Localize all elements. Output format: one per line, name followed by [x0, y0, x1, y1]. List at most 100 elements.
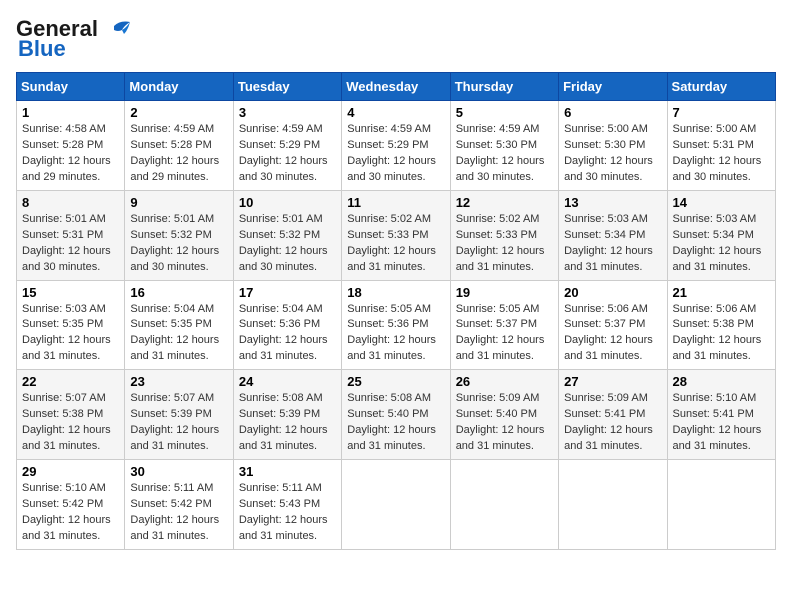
calendar-cell: 17 Sunrise: 5:04 AMSunset: 5:36 PMDaylig… [233, 280, 341, 370]
calendar-cell: 23 Sunrise: 5:07 AMSunset: 5:39 PMDaylig… [125, 370, 233, 460]
day-info: Sunrise: 5:02 AMSunset: 5:33 PMDaylight:… [347, 213, 436, 273]
day-number: 4 [347, 105, 444, 120]
logo-bird-icon [100, 18, 132, 40]
day-info: Sunrise: 5:01 AMSunset: 5:32 PMDaylight:… [130, 213, 219, 273]
weekday-header-wednesday: Wednesday [342, 73, 450, 101]
day-number: 24 [239, 374, 336, 389]
day-info: Sunrise: 5:01 AMSunset: 5:32 PMDaylight:… [239, 213, 328, 273]
day-number: 23 [130, 374, 227, 389]
day-number: 5 [456, 105, 553, 120]
day-number: 6 [564, 105, 661, 120]
day-number: 30 [130, 464, 227, 479]
calendar-cell [667, 460, 775, 550]
calendar-cell [342, 460, 450, 550]
weekday-header-friday: Friday [559, 73, 667, 101]
weekday-header-tuesday: Tuesday [233, 73, 341, 101]
calendar-week-row: 15 Sunrise: 5:03 AMSunset: 5:35 PMDaylig… [17, 280, 776, 370]
day-info: Sunrise: 5:03 AMSunset: 5:34 PMDaylight:… [673, 213, 762, 273]
calendar-cell: 10 Sunrise: 5:01 AMSunset: 5:32 PMDaylig… [233, 190, 341, 280]
weekday-header-monday: Monday [125, 73, 233, 101]
day-number: 22 [22, 374, 119, 389]
day-info: Sunrise: 5:10 AMSunset: 5:41 PMDaylight:… [673, 392, 762, 452]
day-info: Sunrise: 5:11 AMSunset: 5:42 PMDaylight:… [130, 482, 219, 542]
calendar-cell: 6 Sunrise: 5:00 AMSunset: 5:30 PMDayligh… [559, 101, 667, 191]
day-number: 19 [456, 285, 553, 300]
calendar-cell: 19 Sunrise: 5:05 AMSunset: 5:37 PMDaylig… [450, 280, 558, 370]
day-info: Sunrise: 5:10 AMSunset: 5:42 PMDaylight:… [22, 482, 111, 542]
day-info: Sunrise: 5:04 AMSunset: 5:35 PMDaylight:… [130, 303, 219, 363]
day-number: 2 [130, 105, 227, 120]
day-number: 14 [673, 195, 770, 210]
day-info: Sunrise: 5:09 AMSunset: 5:40 PMDaylight:… [456, 392, 545, 452]
calendar-cell: 2 Sunrise: 4:59 AMSunset: 5:28 PMDayligh… [125, 101, 233, 191]
day-info: Sunrise: 5:07 AMSunset: 5:38 PMDaylight:… [22, 392, 111, 452]
day-number: 16 [130, 285, 227, 300]
day-info: Sunrise: 4:58 AMSunset: 5:28 PMDaylight:… [22, 123, 111, 183]
calendar-cell: 11 Sunrise: 5:02 AMSunset: 5:33 PMDaylig… [342, 190, 450, 280]
day-info: Sunrise: 5:03 AMSunset: 5:34 PMDaylight:… [564, 213, 653, 273]
day-info: Sunrise: 5:03 AMSunset: 5:35 PMDaylight:… [22, 303, 111, 363]
day-info: Sunrise: 5:02 AMSunset: 5:33 PMDaylight:… [456, 213, 545, 273]
calendar-cell: 31 Sunrise: 5:11 AMSunset: 5:43 PMDaylig… [233, 460, 341, 550]
calendar-cell: 16 Sunrise: 5:04 AMSunset: 5:35 PMDaylig… [125, 280, 233, 370]
day-info: Sunrise: 5:09 AMSunset: 5:41 PMDaylight:… [564, 392, 653, 452]
day-number: 3 [239, 105, 336, 120]
calendar-cell: 1 Sunrise: 4:58 AMSunset: 5:28 PMDayligh… [17, 101, 125, 191]
calendar-cell: 22 Sunrise: 5:07 AMSunset: 5:38 PMDaylig… [17, 370, 125, 460]
weekday-header-row: SundayMondayTuesdayWednesdayThursdayFrid… [17, 73, 776, 101]
day-info: Sunrise: 5:01 AMSunset: 5:31 PMDaylight:… [22, 213, 111, 273]
day-number: 29 [22, 464, 119, 479]
day-info: Sunrise: 4:59 AMSunset: 5:28 PMDaylight:… [130, 123, 219, 183]
day-info: Sunrise: 5:06 AMSunset: 5:37 PMDaylight:… [564, 303, 653, 363]
logo: General Blue [16, 16, 132, 62]
day-number: 9 [130, 195, 227, 210]
day-number: 10 [239, 195, 336, 210]
calendar-cell: 4 Sunrise: 4:59 AMSunset: 5:29 PMDayligh… [342, 101, 450, 191]
calendar-table: SundayMondayTuesdayWednesdayThursdayFrid… [16, 72, 776, 550]
day-number: 26 [456, 374, 553, 389]
calendar-cell: 3 Sunrise: 4:59 AMSunset: 5:29 PMDayligh… [233, 101, 341, 191]
day-number: 27 [564, 374, 661, 389]
day-number: 1 [22, 105, 119, 120]
calendar-week-row: 8 Sunrise: 5:01 AMSunset: 5:31 PMDayligh… [17, 190, 776, 280]
calendar-cell: 9 Sunrise: 5:01 AMSunset: 5:32 PMDayligh… [125, 190, 233, 280]
calendar-cell: 25 Sunrise: 5:08 AMSunset: 5:40 PMDaylig… [342, 370, 450, 460]
day-number: 20 [564, 285, 661, 300]
day-number: 13 [564, 195, 661, 210]
weekday-header-sunday: Sunday [17, 73, 125, 101]
calendar-week-row: 22 Sunrise: 5:07 AMSunset: 5:38 PMDaylig… [17, 370, 776, 460]
day-info: Sunrise: 5:00 AMSunset: 5:31 PMDaylight:… [673, 123, 762, 183]
day-number: 21 [673, 285, 770, 300]
calendar-cell: 13 Sunrise: 5:03 AMSunset: 5:34 PMDaylig… [559, 190, 667, 280]
calendar-cell: 15 Sunrise: 5:03 AMSunset: 5:35 PMDaylig… [17, 280, 125, 370]
day-info: Sunrise: 5:05 AMSunset: 5:37 PMDaylight:… [456, 303, 545, 363]
day-info: Sunrise: 5:11 AMSunset: 5:43 PMDaylight:… [239, 482, 328, 542]
calendar-week-row: 29 Sunrise: 5:10 AMSunset: 5:42 PMDaylig… [17, 460, 776, 550]
day-info: Sunrise: 4:59 AMSunset: 5:30 PMDaylight:… [456, 123, 545, 183]
day-info: Sunrise: 5:00 AMSunset: 5:30 PMDaylight:… [564, 123, 653, 183]
calendar-cell: 7 Sunrise: 5:00 AMSunset: 5:31 PMDayligh… [667, 101, 775, 191]
weekday-header-thursday: Thursday [450, 73, 558, 101]
day-info: Sunrise: 5:08 AMSunset: 5:40 PMDaylight:… [347, 392, 436, 452]
calendar-cell [450, 460, 558, 550]
day-number: 31 [239, 464, 336, 479]
calendar-cell: 5 Sunrise: 4:59 AMSunset: 5:30 PMDayligh… [450, 101, 558, 191]
logo-text-blue: Blue [18, 36, 66, 62]
day-number: 7 [673, 105, 770, 120]
day-info: Sunrise: 4:59 AMSunset: 5:29 PMDaylight:… [347, 123, 436, 183]
day-number: 12 [456, 195, 553, 210]
day-number: 8 [22, 195, 119, 210]
day-number: 28 [673, 374, 770, 389]
calendar-cell: 27 Sunrise: 5:09 AMSunset: 5:41 PMDaylig… [559, 370, 667, 460]
calendar-cell: 8 Sunrise: 5:01 AMSunset: 5:31 PMDayligh… [17, 190, 125, 280]
day-number: 15 [22, 285, 119, 300]
calendar-cell: 24 Sunrise: 5:08 AMSunset: 5:39 PMDaylig… [233, 370, 341, 460]
day-info: Sunrise: 5:07 AMSunset: 5:39 PMDaylight:… [130, 392, 219, 452]
day-info: Sunrise: 4:59 AMSunset: 5:29 PMDaylight:… [239, 123, 328, 183]
day-number: 17 [239, 285, 336, 300]
calendar-cell: 18 Sunrise: 5:05 AMSunset: 5:36 PMDaylig… [342, 280, 450, 370]
calendar-cell: 30 Sunrise: 5:11 AMSunset: 5:42 PMDaylig… [125, 460, 233, 550]
day-info: Sunrise: 5:05 AMSunset: 5:36 PMDaylight:… [347, 303, 436, 363]
calendar-cell: 26 Sunrise: 5:09 AMSunset: 5:40 PMDaylig… [450, 370, 558, 460]
weekday-header-saturday: Saturday [667, 73, 775, 101]
